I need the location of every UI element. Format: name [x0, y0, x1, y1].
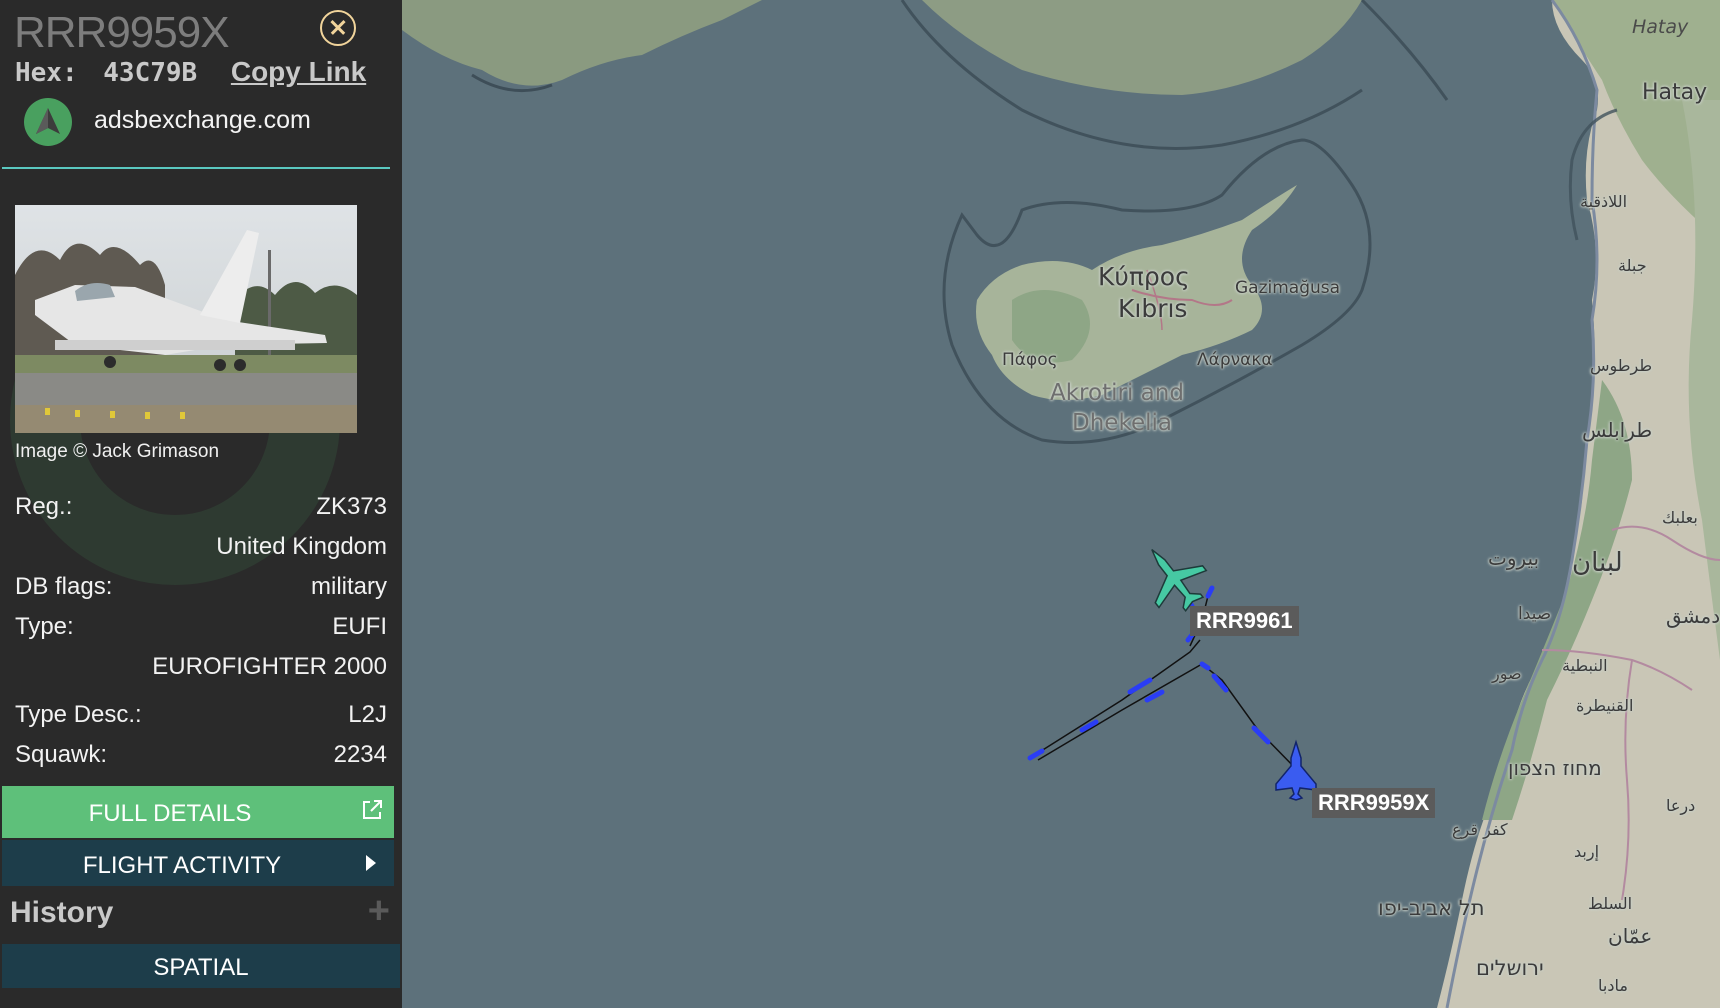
label-irbid: إربد: [1574, 842, 1600, 861]
history-section[interactable]: History +: [2, 890, 394, 940]
aircraft-info-panel: RRR9959X Hex: 43C79B Copy Link adsbexcha…: [0, 0, 402, 1008]
hex-label: Hex:: [15, 58, 78, 88]
label-beirut: بيروت: [1488, 546, 1540, 570]
full-details-button[interactable]: FULL DETAILS: [2, 786, 394, 838]
field-label: Type:: [15, 613, 74, 640]
label-amman: عمّان: [1608, 924, 1653, 948]
label-kafr-qara: كفر قرع: [1452, 820, 1508, 839]
label-larnaka: Λάρνακα: [1197, 350, 1273, 370]
field-label: Squawk:: [15, 741, 108, 768]
label-pafos: Πάφος: [1002, 350, 1058, 370]
close-icon[interactable]: [320, 10, 356, 46]
flight-activity-label: FLIGHT ACTIVITY: [82, 852, 282, 879]
history-label: History: [10, 896, 114, 929]
label-kypros: Κύπρος: [1098, 262, 1190, 291]
adsbexchange-link[interactable]: adsbexchange.com: [94, 106, 311, 135]
spatial-button[interactable]: SPATIAL: [2, 944, 400, 988]
label-dhekelia: Dhekelia: [1072, 410, 1172, 436]
field-value: United Kingdom: [216, 533, 387, 560]
aircraft-tag-rrr9961[interactable]: RRR9961: [1190, 606, 1299, 636]
label-tel-aviv: תל אביב-יפו: [1378, 896, 1485, 920]
flight-activity-button[interactable]: FLIGHT ACTIVITY: [2, 840, 394, 886]
aircraft-photo[interactable]: [15, 205, 357, 433]
label-gazimagusa: Gazimağusa: [1235, 278, 1341, 298]
label-sidon: صيدا: [1518, 604, 1552, 624]
label-tartus: طرطوس: [1590, 356, 1653, 375]
label-quneitra: القنيطرة: [1576, 696, 1634, 715]
field-value: military: [311, 573, 387, 600]
spatial-label: SPATIAL: [153, 954, 249, 981]
label-latakia: اللاذقية: [1580, 192, 1628, 211]
label-nabatieh: النبطية: [1562, 656, 1608, 675]
field-value: L2J: [348, 701, 387, 728]
map-view[interactable]: Hatay Hatay Κύπρος Kıbrıs Gazimağusa Πάφ…: [402, 0, 1720, 1008]
expand-plus-icon[interactable]: +: [368, 890, 390, 933]
field-label: Type Desc.:: [15, 701, 142, 728]
hex-row: Hex: 43C79B Copy Link: [15, 56, 366, 88]
label-tripoli: طرابلس: [1582, 418, 1653, 442]
external-link-icon: [360, 798, 384, 829]
label-salt: السلط: [1588, 894, 1633, 913]
adsbexchange-logo-icon: [24, 98, 72, 146]
section-divider: [2, 167, 390, 169]
label-madaba: مادبا: [1598, 976, 1628, 995]
full-details-label: FULL DETAILS: [88, 800, 252, 827]
label-damascus: دمشق: [1666, 604, 1720, 628]
photo-credit: Image © Jack Grimason: [15, 441, 220, 462]
field-value: EUFI: [332, 613, 387, 640]
field-value: EUROFIGHTER 2000: [152, 653, 387, 680]
aircraft-tag-rrr9959x[interactable]: RRR9959X: [1312, 788, 1436, 818]
copy-link-button[interactable]: Copy Link: [231, 56, 366, 87]
label-north-district: מחוז הצפון: [1508, 756, 1602, 780]
label-lebanon: لبنان: [1572, 548, 1623, 578]
label-baalbek: بعلبك: [1662, 508, 1698, 527]
field-label: DB flags:: [15, 573, 113, 600]
field-label: Reg.:: [15, 493, 73, 520]
label-tyre: صور: [1492, 664, 1522, 683]
label-jerusalem: ירושלים: [1476, 956, 1544, 980]
chevron-right-icon: [366, 855, 376, 871]
label-deraa: درعا: [1666, 796, 1696, 815]
label-kibris: Kıbrıs: [1118, 294, 1188, 323]
label-hatay: Hatay: [1642, 80, 1708, 105]
field-value: ZK373: [316, 493, 387, 520]
label-akrotiri: Akrotiri and: [1050, 380, 1184, 406]
field-value: 2234: [333, 741, 387, 768]
label-jableh: جبلة: [1618, 256, 1647, 275]
map-canvas[interactable]: [402, 0, 1720, 1008]
label-hatay-top: Hatay: [1632, 16, 1689, 38]
hex-value: 43C79B: [103, 58, 198, 88]
aircraft-callsign: RRR9959X: [14, 8, 230, 57]
